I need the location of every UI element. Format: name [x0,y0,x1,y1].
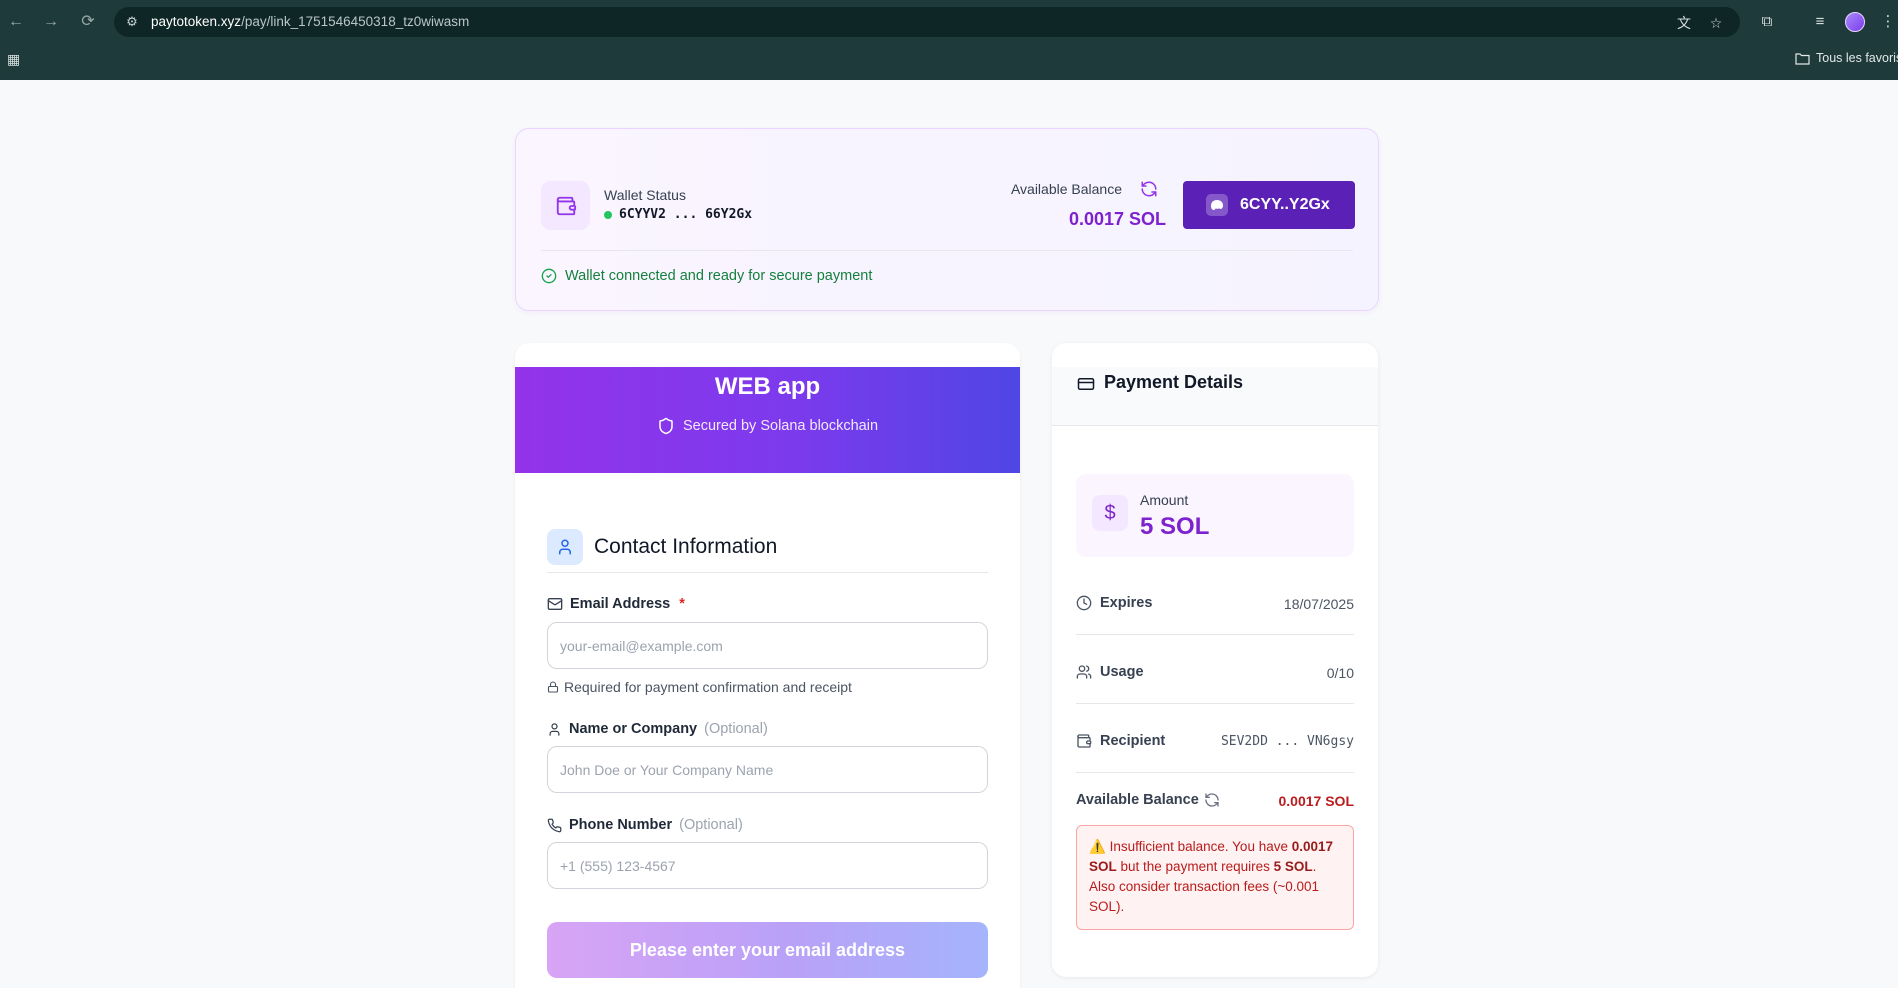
balance-row: Available Balance 0.0017 SOL [1076,792,1354,814]
browser-toolbar: ← → ⟳ ⚙ paytotoken.xyz/pay/link_17515464… [0,0,1898,44]
wallet-button-label: 6CYY..Y2Gx [1240,196,1330,213]
section-title: Contact Information [594,535,778,558]
refresh-balance-icon[interactable] [1140,180,1158,198]
profile-avatar[interactable] [1845,12,1865,32]
clock-icon [1076,595,1092,611]
wallet-icon [1077,734,1092,748]
email-hint-text: Required for payment confirmation and re… [564,679,852,695]
app-title: WEB app [714,373,821,400]
mail-icon [547,598,563,610]
recipient-row: Recipient SEV2DD ... VN6gsy [1076,733,1354,773]
wallet-status-label: Wallet Status [604,187,686,203]
usage-label: Usage [1076,664,1144,680]
refresh-icon[interactable] [1204,792,1220,808]
wallet-address-row: 6CYYV2 ... 66Y2Gx [604,207,752,222]
menu-icon[interactable]: ⋮ [1878,12,1898,32]
warning-required-amount: 5 SOL [1273,859,1313,874]
browser-chrome: ← → ⟳ ⚙ paytotoken.xyz/pay/link_17515464… [0,0,1898,80]
phone-label: Phone Number (Optional) [547,817,743,833]
folder-icon [1795,52,1810,65]
user-icon [547,529,583,565]
wallet-status-card: Wallet Status 6CYYV2 ... 66Y2Gx Availabl… [515,128,1379,311]
amount-value: 5 SOL [1140,513,1210,540]
submit-payment-button[interactable]: Please enter your email address [547,922,988,978]
wallet-icon [541,181,590,230]
back-icon[interactable]: ← [5,11,27,33]
optional-tag: (Optional) [704,721,768,737]
contact-section-header: Contact Information [547,529,988,573]
warning-icon: ⚠️ [1089,839,1106,854]
shield-icon [659,417,673,435]
phone-input[interactable] [547,842,988,889]
recipient-label-text: Recipient [1100,733,1166,749]
email-hint: Required for payment confirmation and re… [547,679,852,695]
insufficient-balance-alert: ⚠️ Insufficient balance. You have 0.0017… [1076,825,1354,930]
email-label: Email Address * [547,596,685,612]
apps-grid-icon[interactable]: ▦ [7,51,23,67]
reload-icon[interactable]: ⟳ [77,11,99,33]
expires-label: Expires [1076,595,1152,611]
secured-badge: Secured by Solana blockchain [515,417,1020,435]
email-label-text: Email Address [570,596,671,612]
wallet-ready-text: Wallet connected and ready for secure pa… [565,268,873,284]
usage-row: Usage 0/10 [1076,664,1354,704]
check-circle-icon [541,268,557,284]
lock-icon [547,681,559,693]
available-balance-label: Available Balance [1010,181,1122,197]
expires-value: 18/07/2025 [1283,596,1354,612]
bookmarks-folder-label: Tous les favoris [1816,51,1898,65]
payment-details-title: Payment Details [1104,372,1244,392]
warning-text: Insufficient balance. You have [1109,839,1292,854]
phantom-wallet-icon [1206,194,1228,216]
expires-label-text: Expires [1100,595,1153,611]
balance-label: Available Balance [1076,792,1199,808]
recipient-label: Recipient [1076,733,1165,749]
url-path: /pay/link_1751546450318_tz0wiwasm [241,14,470,29]
usage-label-text: Usage [1100,664,1144,680]
bookmarks-folder[interactable]: Tous les favoris [1795,51,1898,65]
available-balance-value: 0.0017 SOL [1068,209,1166,229]
expires-row: Expires 18/07/2025 [1076,595,1354,635]
translate-icon[interactable]: 文 [1675,14,1693,32]
name-label-text: Name or Company [569,721,698,737]
media-queue-icon[interactable]: ≡ [1810,12,1830,32]
balance-value: 0.0017 SOL [1278,793,1355,809]
name-label: Name or Company (Optional) [547,721,768,737]
user-icon [549,722,560,736]
amount-box: $ Amount 5 SOL [1076,474,1354,557]
users-icon [1076,665,1092,679]
required-mark: * [679,596,685,612]
phone-label-text: Phone Number [569,817,673,833]
secured-text: Secured by Solana blockchain [682,418,879,434]
address-bar[interactable]: ⚙ paytotoken.xyz/pay/link_1751546450318_… [114,7,1740,37]
connected-dot [604,210,612,219]
forward-icon[interactable]: → [40,11,62,33]
dollar-icon: $ [1092,495,1128,531]
name-input[interactable] [547,746,988,793]
divider [541,250,1353,251]
payment-details-card: Payment Details $ Amount 5 SOL Expires 1… [1052,343,1378,977]
wallet-ready-message: Wallet connected and ready for secure pa… [541,268,872,284]
url-text[interactable]: paytotoken.xyz/pay/link_1751546450318_tz… [151,14,469,29]
app-header: WEB app Secured by Solana blockchain [515,367,1020,473]
payment-details-header: Payment Details [1052,367,1378,426]
credit-card-icon [1077,378,1095,390]
warning-text: but the payment requires [1116,859,1274,874]
optional-tag: (Optional) [679,817,743,833]
bookmark-star-icon[interactable]: ☆ [1707,14,1725,32]
extensions-icon[interactable]: ⧉ [1757,12,1777,32]
amount-label: Amount [1140,492,1189,508]
wallet-address: 6CYYV2 ... 66Y2Gx [619,207,753,222]
usage-value: 0/10 [1326,665,1354,681]
wallet-account-button[interactable]: 6CYY..Y2Gx [1183,181,1355,229]
bookmarks-bar [0,44,1898,80]
phone-icon [547,818,562,832]
site-settings-icon[interactable]: ⚙ [124,14,140,30]
recipient-value: SEV2DD ... VN6gsy [1220,734,1354,749]
email-input[interactable] [547,622,988,669]
payment-form-card: WEB app Secured by Solana blockchain Con… [515,343,1020,988]
url-host: paytotoken.xyz [151,14,242,29]
